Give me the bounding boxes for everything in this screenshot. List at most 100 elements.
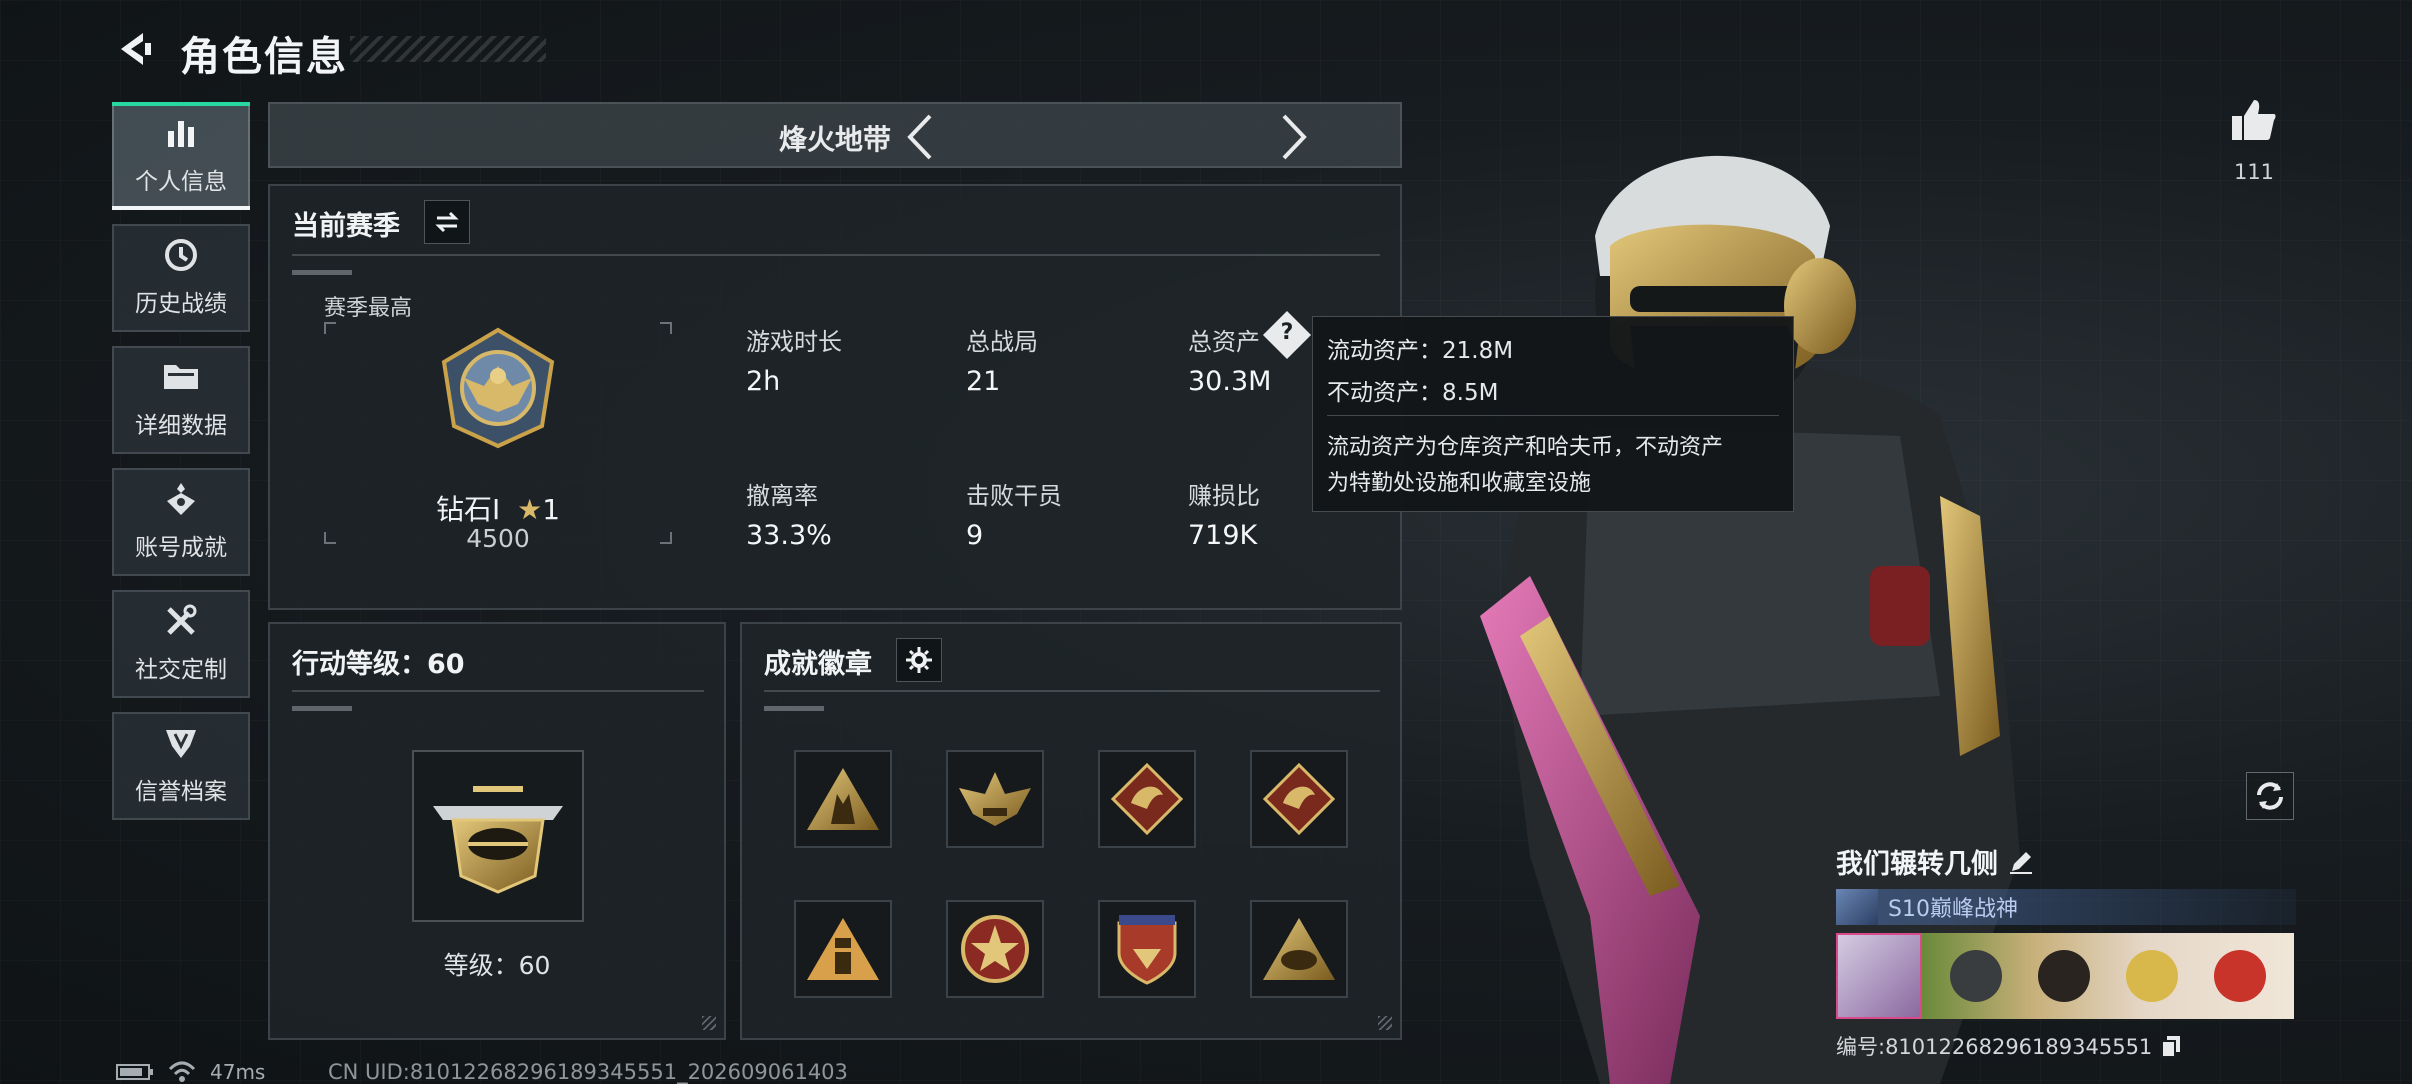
badge-slot[interactable] [1250,750,1348,848]
thumbs-up-icon [2232,100,2276,140]
badge-slot[interactable] [1250,900,1348,998]
chibi-icon [2038,950,2090,1002]
player-banner [1836,933,2294,1019]
stat-label: 总资产 [1188,328,1260,356]
ping-value: 47ms [210,1060,266,1084]
wifi-icon [168,1061,196,1082]
current-season-panel: 当前赛季 赛季最高 钻石I ★1 4500 游戏时长 2h 总战局 21 总资产… [268,184,1402,610]
badge-settings-button[interactable] [896,638,942,682]
sidebar-item-achievements[interactable]: 账号成就 [112,468,250,576]
tooltip-liquid-assets: 流动资产：21.8M [1327,338,1514,364]
action-level-title: 行动等级：60 [292,649,465,680]
stat-value: 719K [1188,520,1258,551]
tooltip-divider [1327,415,1779,416]
star-icon: ★ [517,493,543,526]
action-level-emblem-frame [412,750,584,922]
divider [292,690,704,692]
battery-icon [116,1064,153,1080]
divider-stub [764,706,824,711]
badges-title: 成就徽章 [764,649,872,680]
corner-marker [1378,1016,1392,1030]
switch-season-button[interactable] [424,200,470,244]
player-name-row: 我们辗转几侧 [1836,842,2296,881]
uid-text: CN UID:8101226829618934555​1_20260906140… [328,1060,848,1084]
like-button[interactable] [2230,96,2278,144]
divider [292,254,1380,256]
help-question-mark: ? [1280,320,1294,345]
badge-slot[interactable] [794,900,892,998]
chibi-icon [2214,950,2266,1002]
badge-star-seal-icon [961,915,1029,983]
swap-icon [435,211,459,233]
sidebar-item-social[interactable]: 社交定制 [112,590,250,698]
tooltip-description-1: 流动资产为仓库资产和哈夫币，不动资产 [1327,435,1724,460]
rank-score: 4500 [466,524,530,553]
stat-label: 击败干员 [966,482,1062,510]
banner-characters [1922,933,2294,1019]
sidebar-item-detailed-data[interactable]: 详细数据 [112,346,250,454]
sidebar-item-label: 历史战绩 [135,291,227,317]
player-name: 我们辗转几侧 [1836,849,1998,880]
like-count: 111 [2233,160,2275,184]
corner-marker [702,1016,716,1030]
badge-soldiers-icon [807,768,879,830]
rank-box: 钻石I ★1 4500 [324,322,672,553]
mode-name: 烽火地带 [778,123,891,156]
back-arrow-icon [121,33,151,65]
chibi-icon [2126,950,2178,1002]
stat-value: 33.3% [746,520,832,551]
copy-icon[interactable] [2160,1034,2182,1058]
badge-eagle-icon [959,772,1031,826]
title-emblem-icon [1836,889,1878,925]
badge-dragon-icon [1262,762,1336,836]
tooltip-fixed-assets: 不动资产：8.5M [1327,380,1499,406]
achievement-badges-panel: 成就徽章 [740,622,1402,1040]
badge-slot[interactable] [1098,900,1196,998]
bar-chart-icon [162,116,200,150]
edit-pencil-icon[interactable] [2008,849,2034,875]
tools-icon [162,604,200,638]
season-title: 当前赛季 [292,211,400,242]
chibi-icon [1950,950,2002,1002]
badge-rhino-icon [1263,918,1335,980]
player-id-row: 编号:8101226829618934555​1 [1836,1031,2296,1061]
history-clock-icon [162,238,200,272]
sidebar-item-history[interactable]: 历史战绩 [112,224,250,332]
stat-value: 30.3M [1188,366,1272,397]
divider [764,690,1380,692]
gear-icon [906,647,932,673]
rotate-model-button[interactable] [2246,772,2294,820]
page-title: 角色信息 [180,34,348,80]
avatar [1836,933,1922,1019]
sidebar-item-reputation[interactable]: 信誉档案 [112,712,250,820]
folder-icon [162,360,200,394]
season-best-label: 赛季最高 [324,296,413,321]
shield-icon [162,726,200,760]
badge-slot[interactable] [946,750,1044,848]
mode-selector: 烽火地带 [268,102,1402,168]
stat-value: 2h [746,366,781,397]
badge-slot[interactable] [1098,750,1196,848]
badge-slot[interactable] [794,750,892,848]
sidebar-item-label: 账号成就 [135,535,227,561]
helicopter-emblem-icon [433,786,563,894]
refresh-icon [2257,782,2283,810]
badge-dragon-icon [1110,762,1184,836]
next-mode-button[interactable] [1274,112,1314,166]
status-bar: 47ms [116,1060,265,1084]
rank-name: 钻石I [435,493,501,526]
stat-label: 游戏时长 [746,328,842,356]
back-button[interactable] [112,26,158,72]
sidebar-item-personal-info[interactable]: 个人信息 [112,102,250,210]
rank-stars: 1 [542,493,561,526]
badge-slot[interactable] [946,900,1044,998]
stat-value: 21 [966,366,1001,397]
tooltip-description-2: 为特勤处设施和收藏室设施 [1327,471,1592,496]
asset-tooltip: 流动资产：21.8M 不动资产：8.5M 流动资产为仓库资产和哈夫币，不动资产 … [1312,316,1794,512]
stat-label: 总战局 [966,328,1038,356]
player-card: 我们辗转几侧 S10巅峰战神 编号:8101226829618934555​1 [1836,842,2296,1061]
title-decoration [350,36,546,62]
badge-tower-icon [807,918,879,980]
sidebar: 个人信息 历史战绩 详细数据 账号成就 社交定制 信誉档案 [112,102,250,834]
stat-value: 9 [966,520,984,551]
